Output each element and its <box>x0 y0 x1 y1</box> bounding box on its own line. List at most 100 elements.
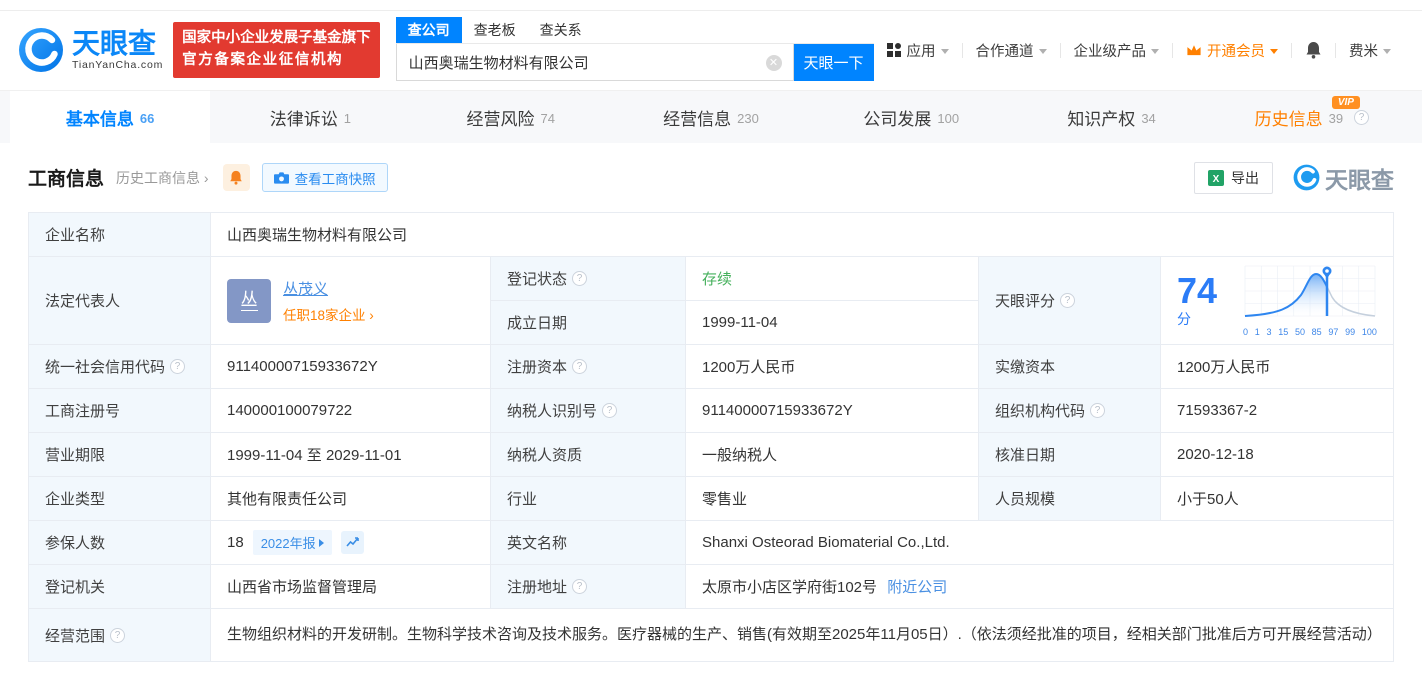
help-icon[interactable]: ? <box>110 628 125 643</box>
insured-count-label: 参保人数 <box>29 521 211 565</box>
tab-label: 法律诉讼 <box>270 105 338 130</box>
table-row: 登记机关 山西省市场监督管理局 注册地址? 太原市小店区学府街102号 附近公司 <box>29 565 1394 609</box>
nav-member-label: 开通会员 <box>1207 40 1265 61</box>
english-name-value: Shanxi Osteorad Biomaterial Co.,Ltd. <box>686 521 1394 565</box>
nav-user[interactable]: 费米 <box>1336 40 1404 61</box>
tab-business-info[interactable]: 经营信息 230 <box>611 91 811 143</box>
score-distribution-curve <box>1243 264 1377 322</box>
reg-capital-value: 1200万人民币 <box>686 345 979 389</box>
credit-code-value: 91140000715933672Y <box>211 345 491 389</box>
subscribe-bell-button[interactable] <box>223 164 250 191</box>
export-button[interactable]: X 导出 <box>1194 162 1273 194</box>
insured-count-cell: 18 2022年报 <box>211 521 491 565</box>
english-name-label: 英文名称 <box>491 521 686 565</box>
trend-chart-icon[interactable] <box>341 531 364 554</box>
nav-partner[interactable]: 合作通道 <box>963 40 1060 61</box>
org-code-label: 组织机构代码? <box>979 389 1161 433</box>
search-button[interactable]: 天眼一下 <box>794 44 874 81</box>
search-tab-company[interactable]: 查公司 <box>396 17 462 43</box>
business-scope-value: 生物组织材料的开发研制。生物科学技术咨询及技术服务。医疗器械的生产、销售(有效期… <box>211 609 1394 662</box>
business-term-value: 1999-11-04 至 2029-11-01 <box>211 433 491 477</box>
tab-label: 历史信息 <box>1255 105 1323 130</box>
reg-status-value: 存续 <box>686 257 979 301</box>
legal-rep-positions-link[interactable]: 任职18家企业 › <box>283 304 374 324</box>
help-icon[interactable]: ? <box>572 271 587 286</box>
nav-member[interactable]: 开通会员 <box>1173 40 1291 61</box>
tab-intellectual-property[interactable]: 知识产权 34 <box>1011 91 1211 143</box>
taxpayer-quality-value: 一般纳税人 <box>686 433 979 477</box>
reg-capital-label: 注册资本? <box>491 345 686 389</box>
tab-label: 经营信息 <box>663 105 731 130</box>
nav-apps[interactable]: 应用 <box>874 40 962 61</box>
logo-title: 天眼查 <box>72 29 163 58</box>
search-input[interactable] <box>396 44 794 81</box>
export-button-label: 导出 <box>1231 168 1259 188</box>
logo-subtitle: TianYanCha.com <box>72 59 163 71</box>
reg-status-label: 登记状态? <box>491 257 686 301</box>
camera-icon <box>274 171 289 184</box>
help-icon[interactable]: ? <box>1354 110 1369 125</box>
vip-badge: VIP <box>1332 96 1360 109</box>
score-chart-tick: 97 <box>1328 327 1338 337</box>
crown-icon <box>1186 43 1202 57</box>
paid-capital-value: 1200万人民币 <box>1161 345 1394 389</box>
certification-line1: 国家中小企业发展子基金旗下 <box>182 28 371 50</box>
tab-label: 公司发展 <box>863 105 931 130</box>
bell-icon <box>1305 41 1322 59</box>
table-row: 经营范围? 生物组织材料的开发研制。生物科学技术咨询及技术服务。医疗器械的生产、… <box>29 609 1394 662</box>
clear-icon[interactable]: ✕ <box>766 55 782 71</box>
help-icon[interactable]: ? <box>572 579 587 594</box>
taxpayer-id-value: 91140000715933672Y <box>686 389 979 433</box>
tab-basic-info[interactable]: 基本信息 66 <box>10 91 210 143</box>
taxpayer-id-label: 纳税人识别号? <box>491 389 686 433</box>
reg-number-value: 140000100079722 <box>211 389 491 433</box>
establish-date-label: 成立日期 <box>491 301 686 345</box>
tab-history-info[interactable]: VIP 历史信息 39 ? <box>1212 91 1412 143</box>
tianyancha-swirl-icon <box>18 27 64 73</box>
score-chart-tick: 15 <box>1278 327 1288 337</box>
legal-rep-name-link[interactable]: 丛茂义 <box>283 278 374 299</box>
nav-notifications[interactable] <box>1292 41 1335 59</box>
avatar[interactable]: 丛 <box>227 279 271 323</box>
help-icon[interactable]: ? <box>170 359 185 374</box>
score-chart-ticks: 0131550859799100 <box>1243 327 1377 337</box>
tab-count: 1 <box>344 111 351 126</box>
credit-code-label: 统一社会信用代码? <box>29 345 211 389</box>
top-nav: 应用 合作通道 企业级产品 开通会员 <box>874 40 1405 61</box>
help-icon[interactable]: ? <box>602 403 617 418</box>
score-chart-tick: 99 <box>1345 327 1355 337</box>
company-name-label: 企业名称 <box>29 213 211 257</box>
legal-rep-label: 法定代表人 <box>29 257 211 345</box>
business-info-table: 企业名称 山西奥瑞生物材料有限公司 法定代表人 丛 丛茂义 任职18家企业 › … <box>28 212 1394 662</box>
search-tab-relation[interactable]: 查关系 <box>528 17 594 43</box>
search-tab-boss[interactable]: 查老板 <box>462 17 528 43</box>
tianyancha-logo[interactable]: 天眼查 TianYanCha.com <box>18 27 163 73</box>
score-chart-tick: 0 <box>1243 327 1248 337</box>
snapshot-button[interactable]: 查看工商快照 <box>262 163 388 192</box>
tab-business-risk[interactable]: 经营风险 74 <box>411 91 611 143</box>
help-icon[interactable]: ? <box>572 359 587 374</box>
establish-date-value: 1999-11-04 <box>686 301 979 345</box>
table-row: 法定代表人 丛 丛茂义 任职18家企业 › 登记状态? 存续 天眼评分? <box>29 257 1394 301</box>
history-business-info-link[interactable]: 历史工商信息 › <box>116 168 209 188</box>
search-area: 查公司 查老板 查关系 ✕ 天眼一下 <box>396 19 874 81</box>
tab-label: 基本信息 <box>66 105 134 130</box>
table-row: 企业类型 其他有限责任公司 行业 零售业 人员规模 小于50人 <box>29 477 1394 521</box>
site-header: 天眼查 TianYanCha.com 国家中小企业发展子基金旗下 官方备案企业征… <box>0 0 1422 90</box>
help-icon[interactable]: ? <box>1060 293 1075 308</box>
annual-report-badge[interactable]: 2022年报 <box>253 530 332 555</box>
tianyancha-swirl-icon <box>1293 164 1320 191</box>
chevron-down-icon <box>1039 49 1047 54</box>
nearby-companies-link[interactable]: 附近公司 <box>887 579 947 596</box>
tab-company-development[interactable]: 公司发展 100 <box>811 91 1011 143</box>
reg-address-value: 太原市小店区学府街102号 <box>702 579 877 596</box>
help-icon[interactable]: ? <box>1090 403 1105 418</box>
industry-value: 零售业 <box>686 477 979 521</box>
paid-capital-label: 实缴资本 <box>979 345 1161 389</box>
avatar-char: 丛 <box>241 290 258 311</box>
nav-enterprise[interactable]: 企业级产品 <box>1061 40 1173 61</box>
reg-address-label: 注册地址? <box>491 565 686 609</box>
chevron-down-icon <box>1151 49 1159 54</box>
business-scope-label: 经营范围? <box>29 609 211 662</box>
tab-legal-proceedings[interactable]: 法律诉讼 1 <box>210 91 410 143</box>
